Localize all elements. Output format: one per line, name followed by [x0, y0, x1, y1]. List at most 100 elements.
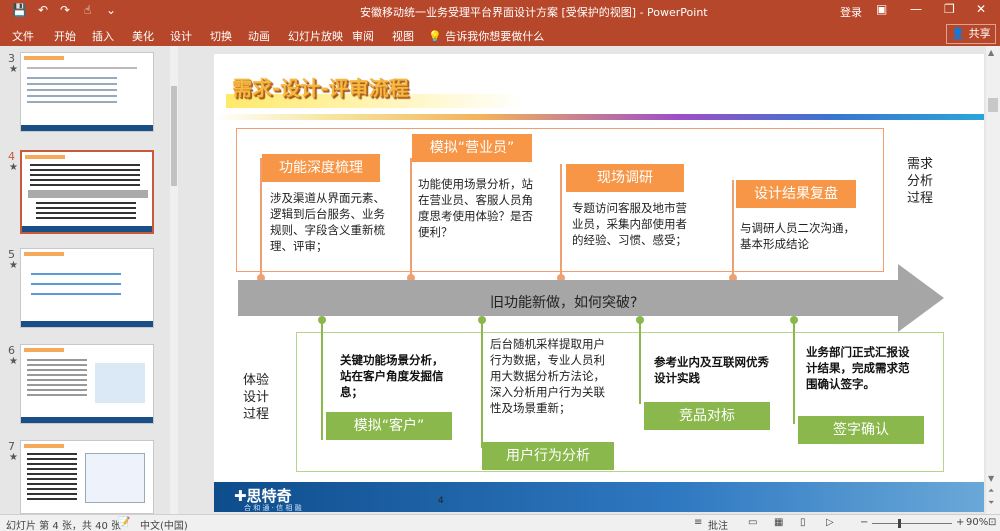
thumb-line [36, 202, 136, 222]
animation-star-icon: ★ [9, 452, 18, 463]
step-text-behavior-analysis: 后台随机采样提取用户行为数据，专业人员利用大数据分析方法论，深入分析用户行为关联… [490, 337, 605, 415]
thumb-line [85, 453, 145, 503]
requirement-analysis-label: 需求 分析 过程 [906, 157, 933, 206]
tab-file[interactable]: 文件 [12, 28, 34, 44]
tab-review[interactable]: 审阅 [352, 28, 374, 44]
tell-me-label: 告诉我你想要做什么 [445, 30, 545, 43]
thumb-line [27, 453, 77, 503]
step-label-field-research: 现场调研 [566, 164, 684, 192]
thumb-footer [22, 226, 152, 232]
previous-slide-icon[interactable]: ⏶ [988, 486, 994, 496]
step-text-deep-review: 涉及渠道从界面元素、逻辑到后台服务、业务规则、字段含义重新梳理、评审； [270, 191, 385, 253]
share-label: 共享 [968, 27, 991, 40]
animation-star-icon: ★ [9, 260, 18, 271]
undo-icon[interactable]: ↶ [38, 3, 48, 17]
status-bar: 幻灯片 第 4 张，共 40 张 📝 中文(中国) ≡ 批注 ▭ ▦ ▯ ▷ −… [0, 514, 1000, 531]
customize-toolbar-icon[interactable]: ⌄ [106, 3, 116, 17]
notes-button[interactable]: 批注 [708, 517, 728, 531]
thumb-title-bar [24, 252, 64, 256]
thumb-title-bar [24, 348, 64, 352]
animation-star-icon: ★ [9, 162, 18, 173]
thumb-line [27, 67, 137, 69]
animation-star-icon: ★ [9, 356, 18, 367]
close-button[interactable]: ✕ [976, 2, 986, 16]
fit-to-window-icon[interactable]: ⊡ [988, 517, 996, 528]
tab-transitions[interactable]: 切换 [210, 28, 232, 44]
next-slide-icon[interactable]: ⏷ [988, 498, 994, 508]
proofing-icon[interactable]: 📝 [118, 517, 130, 528]
step-text-simulate-clerk: 功能使用场景分析，站在营业员、客服人员角度思考使用体验？是否便利？ [418, 177, 533, 239]
save-icon[interactable]: 💾 [12, 3, 27, 17]
share-button[interactable]: 👤 共享 [946, 24, 996, 44]
normal-view-icon[interactable]: ▭ [748, 517, 757, 528]
tell-me-box[interactable]: 💡 告诉我你想要做什么 [428, 28, 544, 44]
step-text-design-review: 与调研人员二次沟通，基本形成结论 [740, 221, 855, 251]
slide-thumbnail-active[interactable] [20, 150, 154, 234]
thumb-line [27, 77, 117, 107]
tab-slideshow[interactable]: 幻灯片放映 [288, 28, 343, 44]
zoom-level[interactable]: 90% [966, 517, 988, 528]
experience-design-label: 体验 设计 过程 [242, 373, 269, 422]
slide-thumbnail[interactable] [20, 248, 154, 328]
zoom-slider-thumb[interactable] [898, 519, 901, 528]
tab-view[interactable]: 视图 [392, 28, 414, 44]
slide-thumbnail[interactable] [20, 344, 154, 424]
step-text-simulate-customer: 关键功能场景分析，站在客户角度发掘信息； [340, 353, 444, 399]
notes-icon[interactable]: ≡ [694, 517, 702, 528]
window-title: 安徽移动统一业务受理平台界面设计方案 [受保护的视图] - PowerPoint [360, 6, 708, 19]
thumbnail-scrollbar[interactable] [170, 46, 178, 514]
tab-beautify[interactable]: 美化 [132, 28, 154, 44]
step-label-design-review: 设计结果复盘 [736, 180, 856, 208]
minimize-button[interactable]: — [910, 2, 922, 16]
ribbon-display-options-icon[interactable]: ▣ [876, 2, 887, 16]
slide-scrollbar[interactable]: ▲ ▼ ⏶ ⏷ [986, 46, 1000, 514]
animation-star-icon: ★ [9, 64, 18, 75]
redo-icon[interactable]: ↷ [60, 3, 70, 17]
step-text-signoff: 业务部门正式汇报设计结果，完成需求范围确认签字。 [806, 345, 910, 391]
zoom-in-button[interactable]: + [956, 517, 964, 528]
slide-sorter-icon[interactable]: ▦ [774, 517, 783, 528]
step-label-deep-review: 功能深度梳理 [262, 154, 380, 182]
zoom-slider-track[interactable] [872, 523, 952, 524]
lightbulb-icon: 💡 [428, 30, 442, 43]
slide-canvas[interactable]: 需求-设计-评审流程 功能深度梳理 涉及渠道从界面元素、逻辑到后台服务、业务规则… [214, 54, 984, 512]
thumb-line [95, 363, 145, 403]
step-label-simulate-customer: 模拟“客户” [326, 412, 452, 440]
tab-animations[interactable]: 动画 [248, 28, 270, 44]
touch-mode-icon[interactable]: ☝ [84, 3, 91, 17]
slide-thumbnail-pane[interactable]: 3 ★ 4 ★ 5 ★ 6 ★ 7 ★ [0, 46, 178, 514]
maximize-button[interactable]: ❐ [944, 2, 955, 16]
language-indicator[interactable]: 中文(中国) [140, 517, 188, 531]
decorative-gradient-band [214, 114, 984, 120]
thumb-footer [21, 417, 153, 423]
step-label-signoff: 签字确认 [798, 416, 924, 444]
slideshow-icon[interactable]: ▷ [826, 517, 834, 528]
connector-line [639, 320, 641, 404]
connector-line [793, 320, 795, 424]
scroll-down-icon[interactable]: ▼ [988, 474, 994, 483]
scrollbar-thumb[interactable] [988, 98, 998, 112]
scrollbar-thumb[interactable] [171, 86, 177, 186]
zoom-out-button[interactable]: − [860, 517, 868, 528]
slide-footer-band [214, 482, 984, 512]
thumb-title-bar [24, 56, 64, 60]
company-slogan: 合 和 通 · 信 相 融 [244, 504, 302, 512]
thumb-line [30, 164, 140, 186]
thumb-line [27, 359, 87, 399]
tab-design[interactable]: 设计 [170, 28, 192, 44]
tab-home[interactable]: 开始 [54, 28, 76, 44]
thumb-line [31, 283, 121, 285]
slide-counter: 幻灯片 第 4 张，共 40 张 [6, 521, 121, 531]
slide-page-number: 4 [438, 496, 444, 506]
scroll-up-icon[interactable]: ▲ [988, 48, 994, 57]
step-text-field-research: 专题访问客服及地市营业员，采集内部使用者的经验、习惯、感受； [572, 201, 687, 247]
slide-thumbnail[interactable] [20, 52, 154, 132]
tab-insert[interactable]: 插入 [92, 28, 114, 44]
thumb-line [31, 273, 121, 275]
slide-thumbnail[interactable] [20, 440, 154, 514]
step-label-simulate-clerk: 模拟“营业员” [412, 134, 532, 162]
thumb-title-bar [24, 444, 64, 448]
step-label-competitor-benchmark: 竞品对标 [644, 402, 770, 430]
reading-view-icon[interactable]: ▯ [800, 517, 806, 528]
login-link[interactable]: 登录 [840, 4, 862, 20]
